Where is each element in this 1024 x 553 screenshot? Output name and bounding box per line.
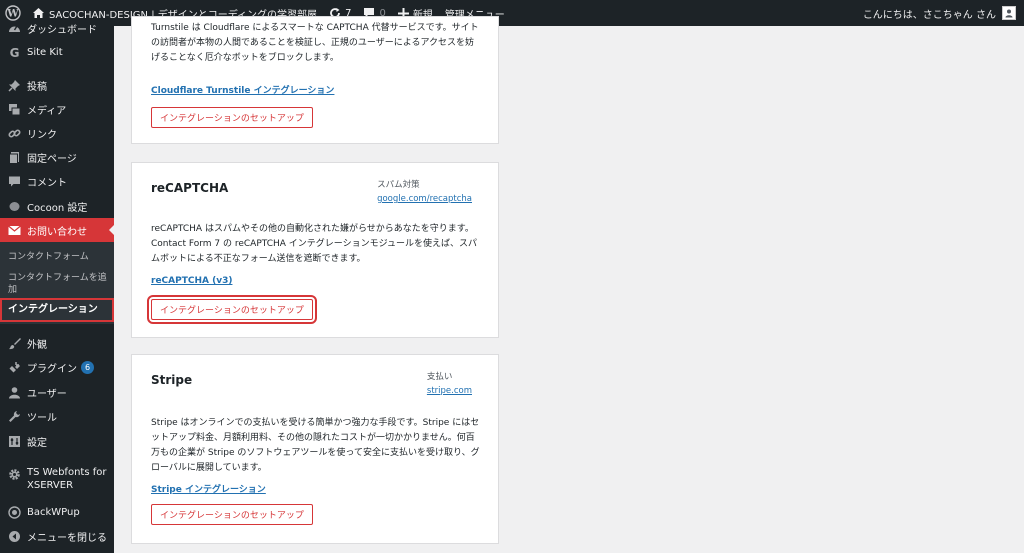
menu-label: 設定: [27, 437, 47, 449]
menu-posts[interactable]: 投稿: [0, 73, 114, 97]
google-g-icon: G: [7, 45, 21, 59]
avatar: [1002, 6, 1016, 20]
integration-category: 支払い: [426, 372, 453, 382]
pin-icon: [7, 78, 21, 92]
integration-category: スパム対策: [377, 180, 420, 190]
menu-label: お問い合わせ: [27, 226, 87, 238]
submenu-add-contact-form[interactable]: コンタクトフォームを追加: [8, 272, 108, 296]
plugin-icon: [7, 360, 21, 374]
integration-description: reCAPTCHA はスパムやその他の自動化された嫌がらせからあなたを守ります。…: [151, 224, 477, 264]
submenu-integration[interactable]: インテグレーション: [0, 298, 114, 322]
setup-integration-button[interactable]: インテグレーションのセットアップ: [151, 107, 313, 128]
brush-icon: [7, 336, 21, 350]
integration-meta: 支払い stripe.com: [427, 370, 472, 398]
integration-description: Turnstile は Cloudflare によるスマートな CAPTCHA …: [151, 23, 479, 63]
integration-meta: スパム対策 google.com/recaptcha: [377, 178, 472, 206]
settings-icon: [7, 434, 21, 448]
cocoon-icon: [7, 199, 21, 213]
setup-integration-button[interactable]: インテグレーションのセットアップ: [147, 295, 317, 324]
menu-label: 投稿: [27, 81, 47, 93]
menu-label: Cocoon 設定: [27, 202, 88, 214]
plugin-update-badge: 6: [81, 360, 94, 374]
integration-link[interactable]: reCAPTCHA (v3): [151, 276, 232, 286]
setup-integration-button[interactable]: インテグレーションのセットアップ: [151, 504, 313, 525]
menu-label: コメント: [27, 177, 67, 189]
dashboard-icon: [7, 21, 21, 35]
menu-backwpup[interactable]: BackWPup: [0, 500, 114, 524]
integration-site-link[interactable]: google.com/recaptcha: [377, 192, 472, 206]
integration-link[interactable]: Cloudflare Turnstile インテグレーション: [151, 83, 334, 96]
menu-label: 固定ページ: [27, 153, 77, 165]
menu-contact[interactable]: お問い合わせ: [0, 218, 114, 242]
admin-sidebar: ダッシュボード G Site Kit 投稿 メディア リンク 固定ページ コメン…: [0, 25, 114, 553]
menu-tools[interactable]: ツール: [0, 404, 114, 428]
integration-title: reCAPTCHA: [151, 181, 229, 195]
integration-card-recaptcha: reCAPTCHA スパム対策 google.com/recaptcha reC…: [131, 162, 499, 338]
integration-description: Stripe はオンラインでの支払いを受ける簡単かつ強力な手段です。Stripe…: [151, 418, 480, 473]
menu-media[interactable]: メディア: [0, 97, 114, 121]
menu-label: リンク: [27, 129, 57, 141]
menu-plugins[interactable]: プラグイン 6: [0, 355, 114, 379]
mail-icon: [7, 223, 21, 237]
link-icon: [7, 126, 21, 140]
collapse-icon: [7, 529, 21, 543]
menu-appearance[interactable]: 外観: [0, 331, 114, 355]
menu-label: 外観: [27, 339, 47, 351]
menu-site-kit[interactable]: G Site Kit: [0, 40, 114, 64]
menu-label: BackWPup: [27, 506, 80, 518]
menu-collapse[interactable]: メニューを閉じる: [0, 524, 114, 548]
menu-label: プラグイン: [27, 363, 77, 375]
wrench-icon: [7, 409, 21, 423]
menu-label: メニューを閉じる: [27, 532, 107, 544]
menu-users[interactable]: ユーザー: [0, 380, 114, 404]
menu-comments[interactable]: コメント: [0, 169, 114, 193]
integration-site-link[interactable]: stripe.com: [427, 384, 472, 398]
user-icon: [7, 385, 21, 399]
comment-icon: [7, 174, 21, 188]
gear-icon: [7, 467, 21, 481]
menu-links[interactable]: リンク: [0, 121, 114, 145]
menu-label: ツール: [27, 412, 57, 424]
menu-ts-webfonts[interactable]: TS Webfonts for XSERVER: [0, 462, 114, 496]
submenu-label: インテグレーション: [8, 304, 98, 315]
page-icon: [7, 150, 21, 164]
integration-title: Stripe: [151, 373, 193, 387]
integration-card-turnstile: Turnstile は Cloudflare によるスマートな CAPTCHA …: [131, 16, 499, 144]
menu-label: ダッシュボード: [27, 24, 97, 36]
menu-label: メディア: [27, 105, 67, 117]
integration-card-stripe: Stripe 支払い stripe.com Stripe はオンラインでの支払い…: [131, 354, 499, 544]
greeting: こんにちは、さこちゃん さん: [862, 9, 996, 21]
backwpup-icon: [7, 505, 21, 519]
menu-label: Site Kit: [27, 46, 63, 58]
menu-pages[interactable]: 固定ページ: [0, 145, 114, 169]
integration-link[interactable]: Stripe インテグレーション: [151, 482, 266, 495]
menu-settings[interactable]: 設定: [0, 429, 114, 453]
menu-cocoon[interactable]: Cocoon 設定: [0, 194, 114, 218]
svg-text:G: G: [9, 46, 19, 59]
submenu-contact-forms[interactable]: コンタクトフォーム: [8, 251, 108, 263]
menu-dashboard[interactable]: ダッシュボード: [0, 16, 114, 40]
contact-submenu: コンタクトフォーム コンタクトフォームを追加 インテグレーション: [0, 242, 114, 324]
menu-label: TS Webfonts for XSERVER: [27, 467, 107, 491]
my-account-link[interactable]: こんにちは、さこちゃん さん: [857, 0, 1024, 26]
media-icon: [7, 102, 21, 116]
menu-label: ユーザー: [27, 388, 67, 400]
